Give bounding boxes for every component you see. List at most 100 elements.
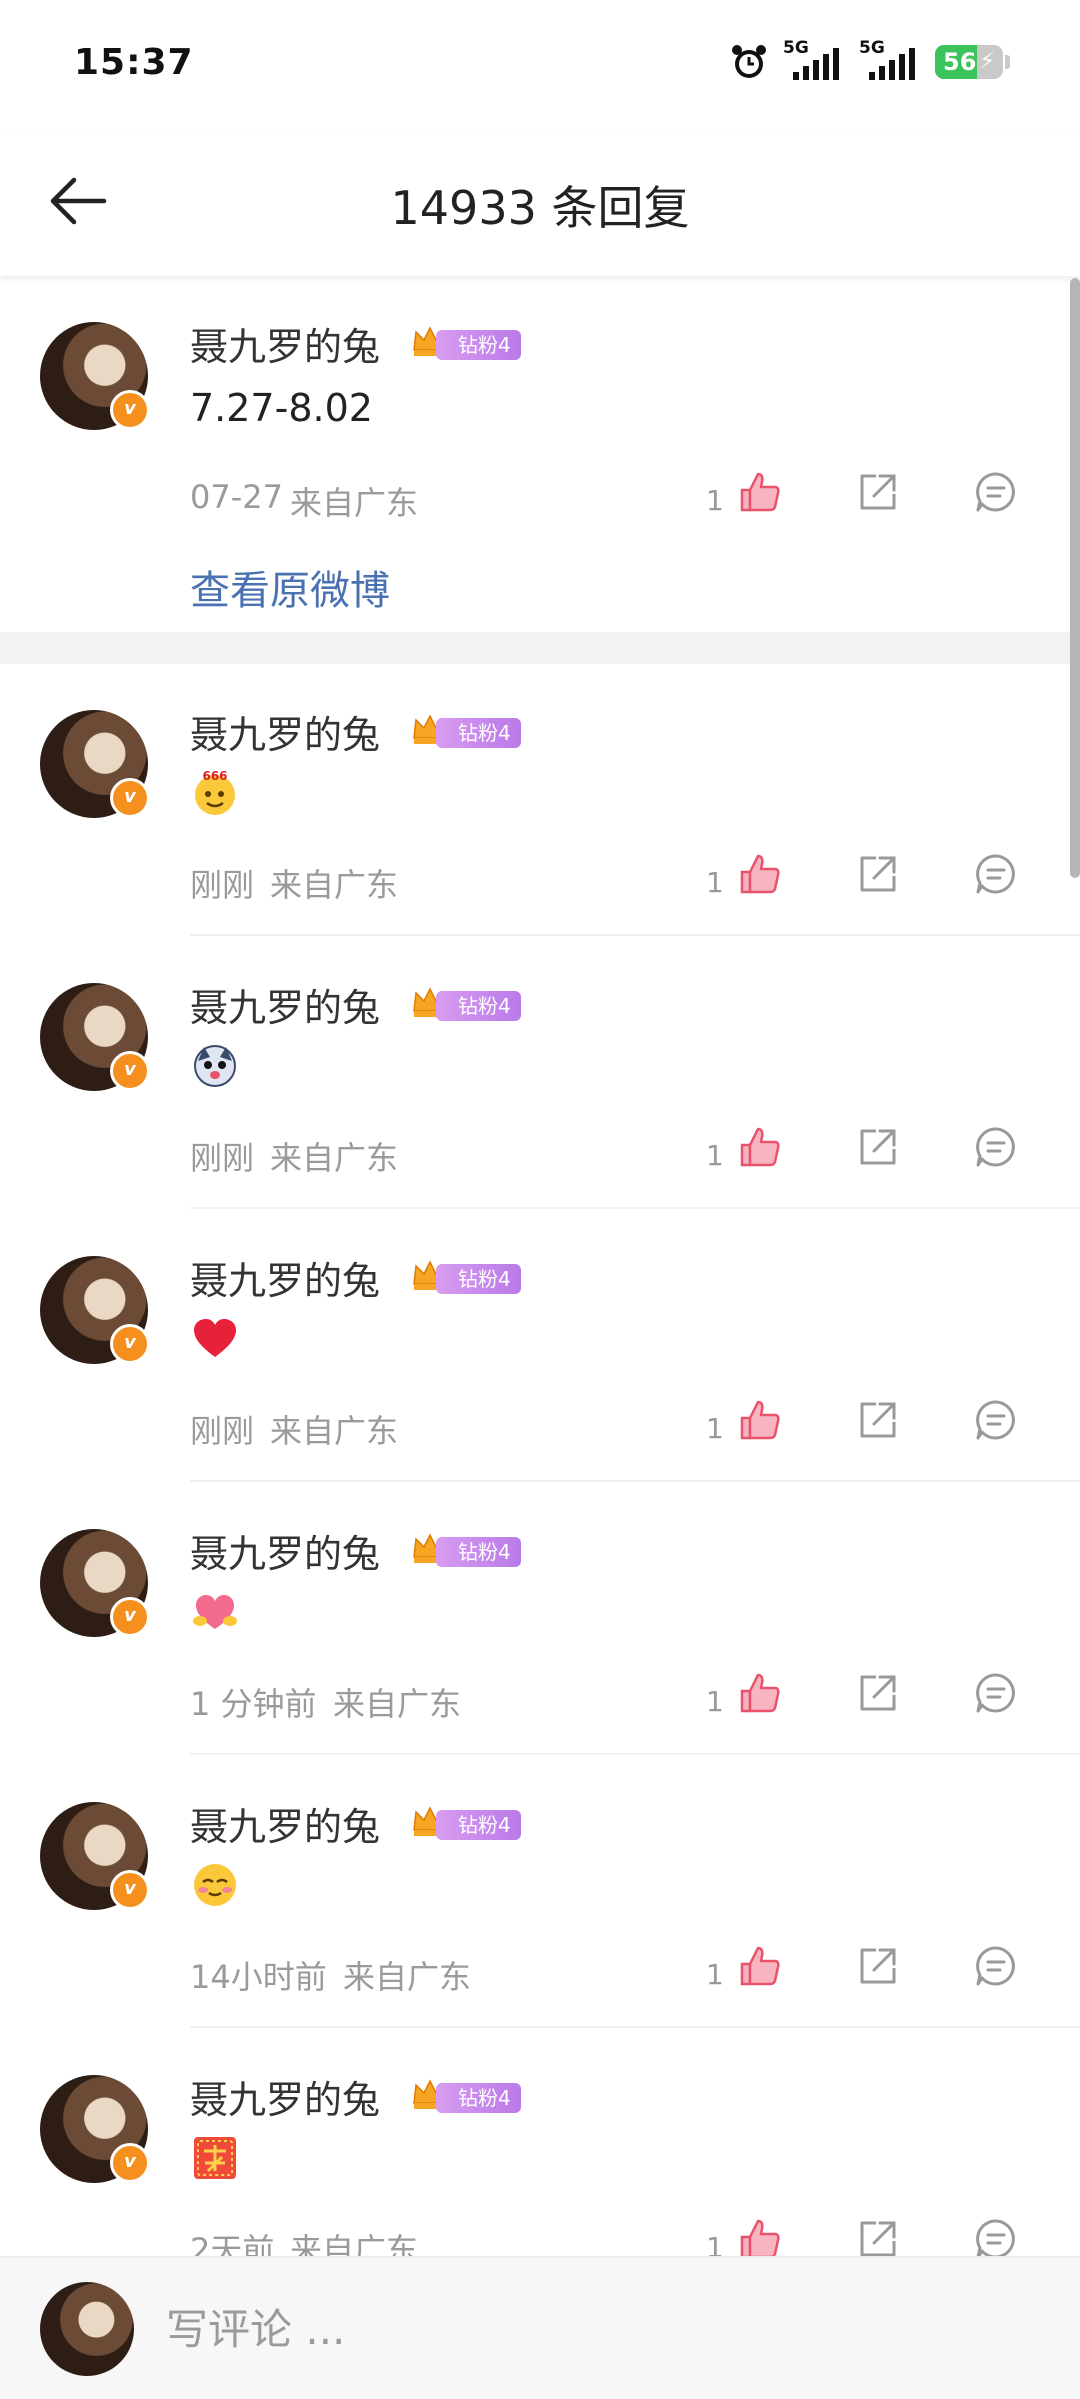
comment-source: 来自广东	[270, 1412, 399, 1450]
avatar[interactable]: v	[40, 983, 150, 1091]
comment-time: 刚刚	[190, 1412, 255, 1450]
comment-icon[interactable]	[972, 468, 1020, 516]
comment-source: 来自广东	[290, 484, 419, 522]
divider	[190, 2026, 1080, 2028]
verified-badge-icon: v	[110, 1597, 150, 1637]
share-icon[interactable]	[854, 850, 902, 898]
fan-badge[interactable]: 钻粉4	[410, 324, 521, 360]
share-icon[interactable]	[854, 1669, 902, 1717]
like-count: 1	[706, 1958, 724, 1991]
fan-badge-label: 钻粉4	[436, 718, 521, 748]
comment-source: 来自广东	[270, 1139, 399, 1177]
verified-badge-icon: v	[110, 778, 150, 818]
divider	[190, 934, 1080, 936]
avatar[interactable]: v	[40, 1256, 150, 1364]
comment-text: 7.27-8.02	[190, 386, 373, 430]
fan-badge[interactable]: 钻粉4	[410, 2077, 521, 2113]
username[interactable]: 聂九罗的兔	[190, 1796, 380, 1851]
comment-icon[interactable]	[972, 850, 1020, 898]
fan-badge[interactable]: 钻粉4	[410, 1258, 521, 1294]
top-navigation-bar: 14933 条回复	[0, 130, 1080, 276]
divider	[190, 1753, 1080, 1755]
like-count: 1	[706, 866, 724, 899]
status-time: 15:37	[74, 42, 194, 83]
verified-badge-icon: v	[110, 1324, 150, 1364]
username[interactable]: 聂九罗的兔	[190, 1250, 380, 1305]
username[interactable]: 聂九罗的兔	[190, 2069, 380, 2124]
fan-badge-label: 钻粉4	[436, 1537, 521, 1567]
status-bar: 15:37 5G 5G 56 ⚡	[0, 0, 1080, 130]
svg-text:666: 666	[202, 769, 227, 783]
comment-source: 来自广东	[333, 1685, 462, 1723]
comment-time: 14小时前	[190, 1958, 327, 1996]
like-icon[interactable]	[736, 1669, 784, 1717]
comment-icon[interactable]	[972, 1669, 1020, 1717]
view-original-weibo-link[interactable]: 查看原微博	[190, 558, 390, 616]
share-icon[interactable]	[854, 1942, 902, 1990]
husky-emoji	[194, 1045, 236, 1087]
divider	[190, 1207, 1080, 1209]
share-icon[interactable]	[854, 1396, 902, 1444]
battery-level: 56	[943, 48, 977, 76]
avatar[interactable]: v	[40, 2075, 150, 2183]
fan-badge-label: 钻粉4	[436, 1264, 521, 1294]
comment-time: 刚刚	[190, 866, 255, 904]
alarm-icon	[732, 45, 766, 78]
comment-icon[interactable]	[972, 1942, 1020, 1990]
avatar[interactable]: v	[40, 1529, 150, 1637]
battery-icon: 56 ⚡	[935, 45, 1003, 79]
like-count: 1	[706, 1685, 724, 1718]
comment-source: 来自广东	[343, 1958, 472, 1996]
fan-badge[interactable]: 钻粉4	[410, 985, 521, 1021]
signal-icon: 5G	[783, 38, 845, 84]
username[interactable]: 聂九罗的兔	[190, 1523, 380, 1578]
comment-icon[interactable]	[972, 1123, 1020, 1171]
fan-badge[interactable]: 钻粉4	[410, 712, 521, 748]
666-emoji: 666	[195, 769, 235, 815]
avatar[interactable]: v	[40, 710, 150, 818]
comment-input[interactable]: 写评论 ...	[166, 2296, 345, 2357]
fan-badge-label: 钻粉4	[436, 2083, 521, 2113]
like-count: 1	[706, 1139, 724, 1172]
share-icon[interactable]	[854, 468, 902, 516]
verified-badge-icon: v	[110, 1870, 150, 1910]
my-avatar	[40, 2282, 134, 2376]
verified-badge-icon: v	[110, 390, 150, 430]
like-icon[interactable]	[736, 468, 784, 516]
like-icon[interactable]	[736, 1942, 784, 1990]
red-heart-emoji	[194, 1319, 236, 1357]
shy-smile-emoji	[194, 1864, 236, 1906]
comment-time: 刚刚	[190, 1139, 255, 1177]
verified-badge-icon: v	[110, 1051, 150, 1091]
scrollbar[interactable]	[1070, 278, 1080, 878]
like-count: 1	[706, 1412, 724, 1445]
comment-time: 07-27	[190, 478, 283, 516]
fan-badge-label: 钻粉4	[436, 330, 521, 360]
zan-emoji	[194, 2137, 236, 2179]
avatar[interactable]: v	[40, 1802, 150, 1910]
fan-badge-label: 钻粉4	[436, 1810, 521, 1840]
comment-composer: 写评论 ...	[0, 2256, 1080, 2399]
like-icon[interactable]	[736, 850, 784, 898]
verified-badge-icon: v	[110, 2143, 150, 2183]
username[interactable]: 聂九罗的兔	[190, 316, 380, 371]
like-icon[interactable]	[736, 1396, 784, 1444]
like-icon[interactable]	[736, 1123, 784, 1171]
section-divider	[0, 632, 1080, 664]
username[interactable]: 聂九罗的兔	[190, 704, 380, 759]
avatar[interactable]: v	[40, 322, 150, 430]
like-count: 1	[706, 484, 724, 517]
fan-badge-label: 钻粉4	[436, 991, 521, 1021]
divider	[190, 1480, 1080, 1482]
status-icons: 5G 5G 56 ⚡	[729, 38, 1010, 84]
fan-badge[interactable]: 钻粉4	[410, 1804, 521, 1840]
comment-icon[interactable]	[972, 1396, 1020, 1444]
signal-icon: 5G	[859, 38, 921, 84]
comment-time: 1 分钟前	[190, 1685, 317, 1723]
hug-heart-emoji	[193, 1595, 237, 1629]
comment-source: 来自广东	[270, 866, 399, 904]
page-title: 14933 条回复	[390, 181, 690, 235]
username[interactable]: 聂九罗的兔	[190, 977, 380, 1032]
share-icon[interactable]	[854, 1123, 902, 1171]
fan-badge[interactable]: 钻粉4	[410, 1531, 521, 1567]
